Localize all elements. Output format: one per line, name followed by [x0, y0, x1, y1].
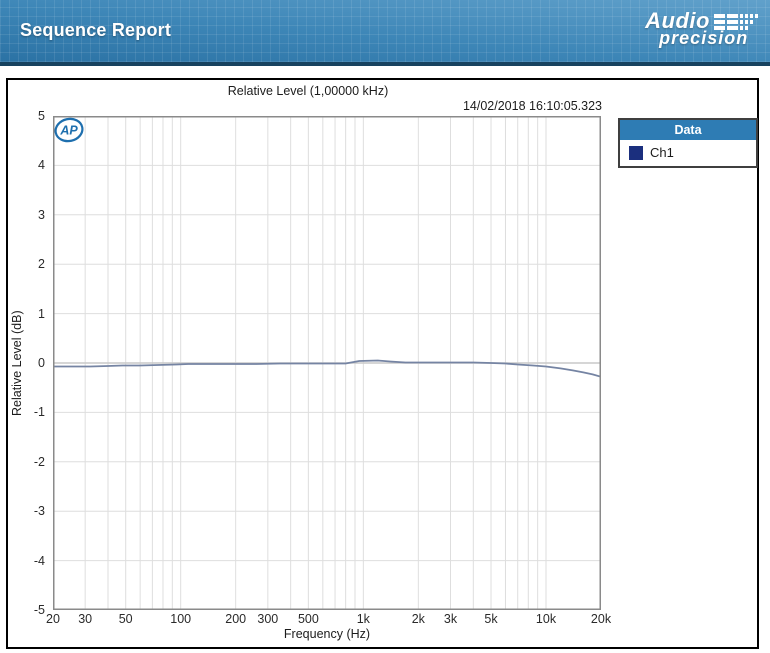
y-tick-label: -2	[9, 455, 45, 469]
legend-box: Data Ch1	[618, 118, 758, 168]
y-tick-label: 4	[9, 158, 45, 172]
y-tick-label: -5	[9, 603, 45, 617]
report-frame: Relative Level (1,00000 kHz) 14/02/2018 …	[6, 78, 759, 649]
chart-title: Relative Level (1,00000 kHz)	[8, 84, 608, 98]
x-axis-ticks: 2030501002003005001k2k3k5k10k20k	[53, 612, 601, 628]
y-tick-label: 0	[9, 356, 45, 370]
app-header: Sequence Report Audio precision	[0, 0, 770, 66]
x-axis-title: Frequency (Hz)	[53, 627, 601, 641]
plot-area: AP	[53, 116, 601, 610]
y-tick-label: 1	[9, 307, 45, 321]
x-tick-label: 20k	[591, 612, 611, 626]
x-tick-label: 50	[119, 612, 133, 626]
y-tick-label: 5	[9, 109, 45, 123]
y-tick-label: 2	[9, 257, 45, 271]
x-tick-label: 20	[46, 612, 60, 626]
x-tick-label: 1k	[357, 612, 370, 626]
legend-row-ch1: Ch1	[620, 140, 756, 166]
ap-watermark-icon: AP	[53, 116, 85, 144]
x-tick-label: 5k	[484, 612, 497, 626]
x-tick-label: 200	[225, 612, 246, 626]
y-axis-ticks: 543210-1-2-3-4-5	[8, 116, 49, 610]
y-tick-label: -4	[9, 554, 45, 568]
svg-text:AP: AP	[59, 124, 78, 138]
page-title: Sequence Report	[20, 20, 171, 41]
ch1-color-swatch	[629, 146, 643, 160]
x-tick-label: 100	[170, 612, 191, 626]
x-tick-label: 10k	[536, 612, 556, 626]
sequence-report-window: { "header": { "title": "Sequence Report"…	[0, 0, 770, 653]
logo-word-precision: precision	[659, 29, 758, 47]
timestamp: 14/02/2018 16:10:05.323	[8, 99, 602, 113]
frequency-response-chart	[53, 116, 601, 610]
y-tick-label: -3	[9, 504, 45, 518]
x-tick-label: 300	[257, 612, 278, 626]
y-tick-label: -1	[9, 405, 45, 419]
x-tick-label: 2k	[412, 612, 425, 626]
legend-label-ch1: Ch1	[650, 145, 674, 160]
x-tick-label: 30	[78, 612, 92, 626]
audio-precision-logo: Audio precision	[645, 10, 758, 47]
x-tick-label: 500	[298, 612, 319, 626]
x-tick-label: 3k	[444, 612, 457, 626]
legend-header: Data	[620, 120, 756, 140]
y-tick-label: 3	[9, 208, 45, 222]
